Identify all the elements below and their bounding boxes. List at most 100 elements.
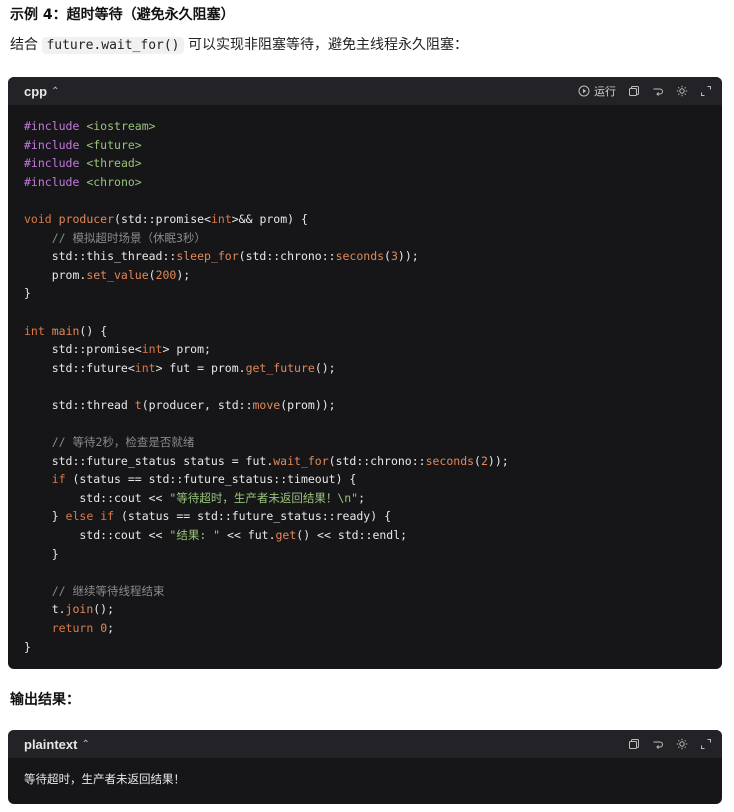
output-language-label: plaintext <box>24 736 78 752</box>
code-token: std::cout << <box>24 490 170 505</box>
code-token: std::future_status status = fut. <box>24 453 274 468</box>
code-token: // 模拟超时场景（休眠3秒） <box>51 230 206 245</box>
expand-icon <box>701 86 711 96</box>
code-token: if <box>51 472 66 487</box>
code-line: // 等待2秒，检查是否就绪 <box>24 433 706 452</box>
code-line: } <box>24 638 706 657</box>
run-label: 运行 <box>594 85 616 98</box>
code-line: prom.set_value(200); <box>24 266 706 285</box>
code-token: (producer, std:: <box>141 397 253 412</box>
language-label: cpp <box>24 83 48 99</box>
run-button[interactable]: 运行 <box>578 83 616 99</box>
code-token: } <box>24 286 31 301</box>
code-token: ( <box>148 267 156 282</box>
output-code-block: plaintext ⌃ 等待超时，生产者未返回结果！ <box>8 730 722 804</box>
chevron-up-icon: ⌃ <box>81 738 90 750</box>
code-token: int <box>210 211 232 226</box>
code-line: void producer(std::promise<int>&& prom) … <box>24 210 706 229</box>
wrap-arrow-icon <box>653 88 663 96</box>
wrap-arrow-icon <box>653 741 663 749</box>
code-token: ; <box>107 621 115 636</box>
code-token: return <box>51 621 94 636</box>
code-token: <future> <box>86 137 142 152</box>
wrap-button[interactable] <box>652 85 664 97</box>
inline-code-wait-for: future.wait_for() <box>42 37 184 54</box>
language-toggle[interactable]: cpp ⌃ <box>24 84 60 99</box>
code-token: join <box>65 602 94 617</box>
description-after: 可以实现非阻塞等待，避免主线程永久阻塞： <box>183 37 468 53</box>
code-token: wait_for <box>273 453 329 468</box>
code-token: int <box>134 360 156 375</box>
code-content: #include <iostream> #include <future> #inc… <box>8 105 722 656</box>
output-language-toggle[interactable]: plaintext ⌃ <box>24 737 90 752</box>
code-token: #include <box>24 156 80 171</box>
code-token: << fut. <box>220 528 276 543</box>
code-token: #include <box>24 137 80 152</box>
copy-icon <box>629 86 639 96</box>
expand-icon <box>701 739 711 749</box>
code-token: 3 <box>390 249 398 264</box>
copy-button[interactable] <box>628 85 640 97</box>
code-token: int <box>24 323 45 338</box>
code-line: return 0; <box>24 619 706 638</box>
code-token: if <box>100 509 115 524</box>
chevron-up-icon: ⌃ <box>51 85 60 97</box>
code-line: // 模拟超时场景（休眠3秒） <box>24 229 706 248</box>
code-token: (status == std::future_status::ready) { <box>114 509 391 524</box>
code-line: int main() { <box>24 322 706 341</box>
code-token: std::future< <box>24 360 135 375</box>
code-token: "等待超时，生产者未返回结果！\n" <box>169 490 359 505</box>
code-token: t <box>134 397 142 412</box>
code-token: > prom; <box>162 342 211 357</box>
example-description: 结合 future.wait_for() 可以实现非阻塞等待，避免主线程永久阻塞… <box>10 34 468 57</box>
code-token: } <box>24 509 66 524</box>
expand-button[interactable] <box>700 85 712 97</box>
code-token: (status == std::future_status::timeout) … <box>65 472 357 487</box>
code-token: ( <box>474 453 481 468</box>
code-line: std::cout << "结果: " << fut.get() << std:… <box>24 526 706 545</box>
code-token: std::promise< <box>24 342 142 357</box>
code-token: } <box>24 546 59 561</box>
output-wrap-button[interactable] <box>652 738 664 750</box>
page: 示例 4：超时等待（避免永久阻塞） 结合 future.wait_for() 可… <box>0 0 734 812</box>
code-token: #include <box>24 174 80 189</box>
output-theme-button[interactable] <box>676 738 688 750</box>
code-line: } <box>24 545 706 564</box>
code-token: >&& prom) { <box>231 211 308 226</box>
output-copy-button[interactable] <box>628 738 640 750</box>
output-expand-button[interactable] <box>700 738 712 750</box>
code-token: set_value <box>86 267 149 282</box>
code-line: std::this_thread::sleep_for(std::chrono:… <box>24 247 706 266</box>
code-token: (std::chrono:: <box>328 453 426 468</box>
code-token: (prom)); <box>280 397 336 412</box>
code-token: sleep_for <box>176 249 239 264</box>
code-line: #include <iostream> <box>24 117 706 136</box>
code-token: (); <box>93 602 115 617</box>
output-toolbar <box>628 738 712 750</box>
description-before: 结合 <box>10 37 43 53</box>
code-token: 200 <box>155 267 177 282</box>
output-heading: 输出结果： <box>10 692 80 708</box>
code-block-header: cpp ⌃ 运行 <box>8 77 722 105</box>
code-token: > fut = prom. <box>155 360 246 375</box>
sun-icon <box>676 738 688 750</box>
code-line: } <box>24 284 706 303</box>
code-token: seconds <box>425 453 475 468</box>
code-token: ( <box>384 249 391 264</box>
code-line: } else if (status == std::future_status:… <box>24 507 706 526</box>
theme-button[interactable] <box>676 85 688 97</box>
code-token: move <box>252 397 281 412</box>
copy-icon <box>629 739 639 749</box>
code-token: )); <box>487 453 509 468</box>
code-token: (); <box>314 360 336 375</box>
